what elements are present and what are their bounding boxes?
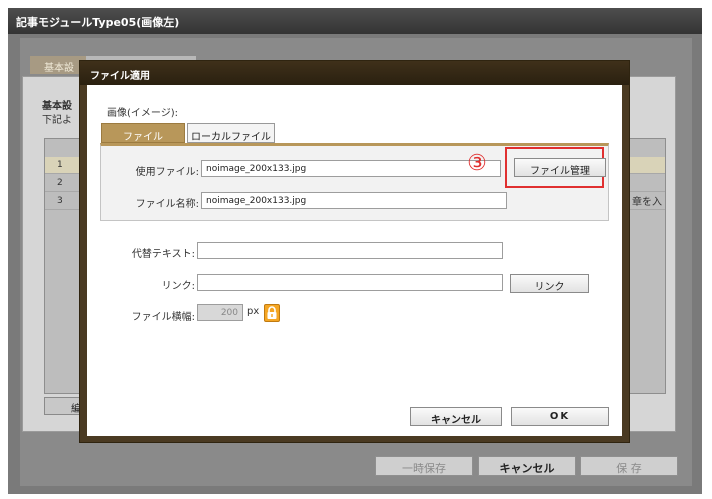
link-button[interactable]: リンク	[510, 274, 589, 293]
tab-local-file[interactable]: ローカルファイル	[187, 123, 275, 143]
edit-button[interactable]: 編	[44, 397, 80, 415]
dialog-cancel-button[interactable]: キャンセル	[410, 407, 502, 426]
tab-file[interactable]: ファイル	[101, 123, 185, 143]
row-text-fragment: 章を入	[632, 197, 662, 208]
lock-icon-svg	[267, 306, 277, 319]
file-manage-button[interactable]: ファイル管理	[514, 158, 606, 177]
link-label: リンク:	[161, 281, 195, 292]
ok-button[interactable]: OK	[511, 407, 609, 426]
alt-text-label: 代替テキスト:	[131, 249, 195, 260]
step-marker: ③	[467, 151, 487, 176]
alt-text-input[interactable]	[197, 242, 503, 259]
link-input[interactable]	[197, 274, 503, 291]
window-cancel-button[interactable]: キャンセル	[478, 456, 576, 476]
row-number: 2	[57, 178, 63, 188]
section-heading: 基本設	[42, 101, 72, 112]
section-description: 下記よ	[42, 115, 72, 126]
lock-icon[interactable]	[264, 304, 280, 322]
file-width-input[interactable]: 200	[197, 304, 243, 321]
save-button[interactable]: 保 存	[580, 456, 678, 476]
file-name-label: ファイル名称:	[135, 199, 199, 210]
use-file-label: 使用ファイル:	[135, 167, 199, 178]
dialog-title: ファイル適用	[80, 61, 629, 85]
tab-basic-settings[interactable]: 基本設	[30, 56, 86, 74]
file-width-label: ファイル横幅:	[131, 312, 195, 323]
image-label: 画像(イメージ):	[107, 108, 178, 119]
use-file-input[interactable]: noimage_200x133.jpg	[201, 160, 501, 177]
dialog-body: 画像(イメージ): ファイル ローカルファイル 使用ファイル: noimage_…	[87, 85, 622, 436]
file-name-input[interactable]: noimage_200x133.jpg	[201, 192, 507, 209]
row-number: 3	[57, 196, 63, 206]
temp-save-button[interactable]: 一時保存	[375, 456, 473, 476]
file-apply-dialog: ファイル適用 画像(イメージ): ファイル ローカルファイル 使用ファイル: n…	[79, 60, 630, 443]
width-unit: px	[247, 306, 260, 317]
row-number: 1	[57, 160, 63, 170]
window-title: 記事モジュールType05(画像左)	[8, 8, 702, 34]
